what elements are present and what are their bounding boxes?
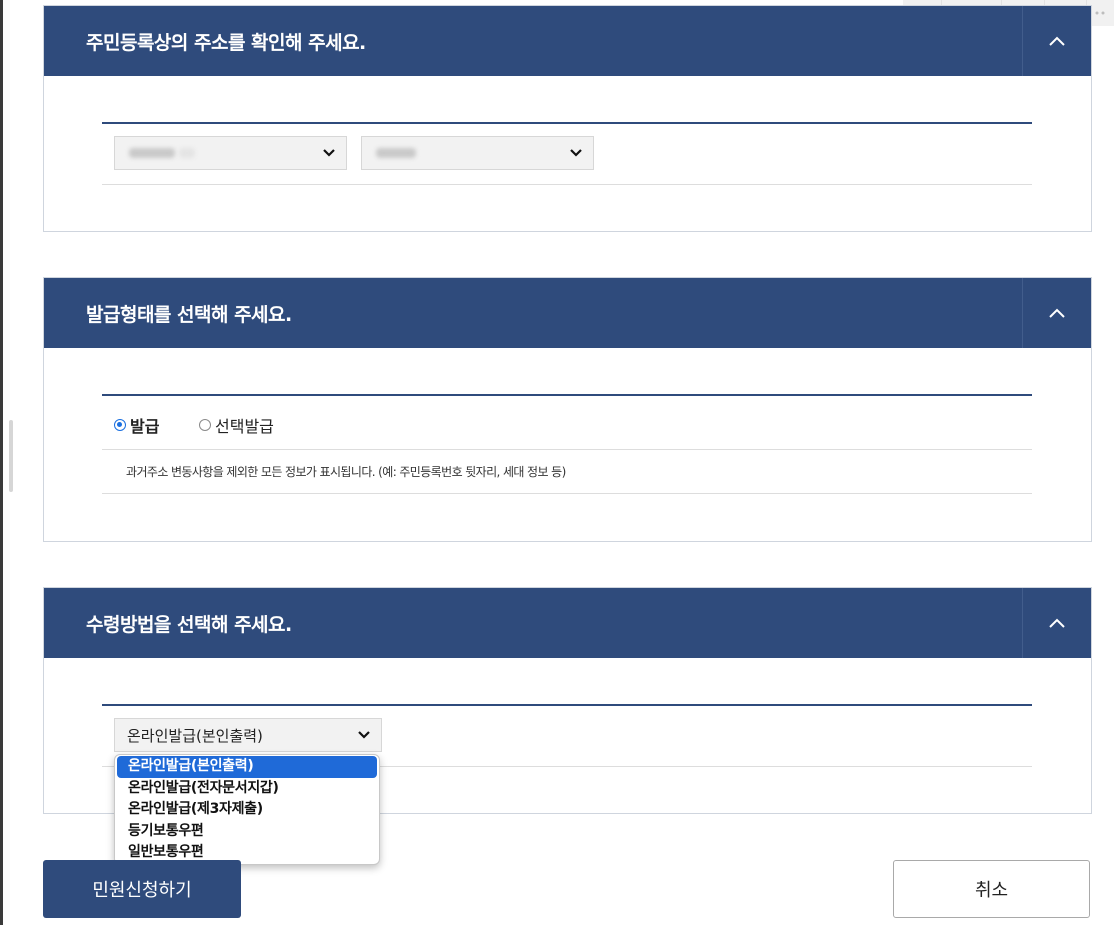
district-select[interactable] — [361, 136, 594, 170]
redacted-value — [129, 148, 175, 158]
address-section-header: 주민등록상의 주소를 확인해 주세요. — [44, 6, 1091, 76]
issue-type-section: 발급형태를 선택해 주세요. 발급 선택발급 과거주소 변동사항을 제외한 모든… — [43, 277, 1092, 542]
dropdown-option[interactable]: 온라인발급(제3자제출) — [117, 799, 377, 821]
receive-method-dropdown: 온라인발급(본인출력) 온라인발급(전자문서지갑) 온라인발급(제3자제출) 등… — [114, 754, 380, 865]
issue-type-radio-row: 발급 선택발급 — [102, 394, 1032, 450]
chevron-down-icon — [323, 149, 335, 157]
radio-button-checked[interactable] — [114, 419, 126, 431]
chevron-down-icon — [570, 149, 582, 157]
collapse-toggle-button[interactable] — [1022, 588, 1091, 658]
chevron-up-icon — [1048, 304, 1066, 323]
city-select[interactable] — [114, 136, 347, 170]
window-left-edge — [0, 0, 3, 925]
radio-issue[interactable]: 발급 — [114, 413, 159, 437]
chevron-up-icon — [1048, 614, 1066, 633]
redacted-value — [179, 148, 195, 158]
info-text: 과거주소 변동사항을 제외한 모든 정보가 표시됩니다. (예: 주민등록번호 … — [126, 465, 566, 479]
submit-application-button[interactable]: 민원신청하기 — [43, 860, 241, 918]
radio-selective-issue[interactable]: 선택발급 — [199, 413, 274, 437]
address-row — [102, 122, 1032, 185]
chevron-down-icon — [358, 731, 370, 739]
receive-method-select[interactable]: 온라인발급(본인출력) — [114, 718, 382, 752]
issue-type-section-header: 발급형태를 선택해 주세요. — [44, 278, 1091, 348]
issue-type-note-row: 과거주소 변동사항을 제외한 모든 정보가 표시됩니다. (예: 주민등록번호 … — [102, 449, 1032, 494]
section-title: 수령방법을 선택해 주세요. — [86, 613, 292, 636]
collapse-toggle-button[interactable] — [1022, 6, 1091, 76]
dropdown-option[interactable]: 등기보통우편 — [117, 821, 377, 843]
cancel-button[interactable]: 취소 — [893, 860, 1090, 918]
dropdown-option[interactable]: 온라인발급(본인출력) — [117, 756, 377, 778]
chevron-up-icon — [1048, 32, 1066, 51]
address-section: 주민등록상의 주소를 확인해 주세요. — [43, 5, 1092, 232]
radio-label: 선택발급 — [215, 417, 274, 436]
select-value: 온라인발급(본인출력) — [127, 726, 263, 745]
redacted-value — [376, 148, 416, 158]
section-title: 발급형태를 선택해 주세요. — [86, 303, 292, 326]
radio-label: 발급 — [130, 417, 160, 436]
section-title: 주민등록상의 주소를 확인해 주세요. — [86, 31, 366, 54]
radio-button-unchecked[interactable] — [199, 419, 211, 431]
resize-handle[interactable] — [9, 420, 13, 492]
receive-method-section-header: 수령방법을 선택해 주세요. — [44, 588, 1091, 658]
collapse-toggle-button[interactable] — [1022, 278, 1091, 348]
dropdown-option[interactable]: 온라인발급(전자문서지갑) — [117, 778, 377, 800]
